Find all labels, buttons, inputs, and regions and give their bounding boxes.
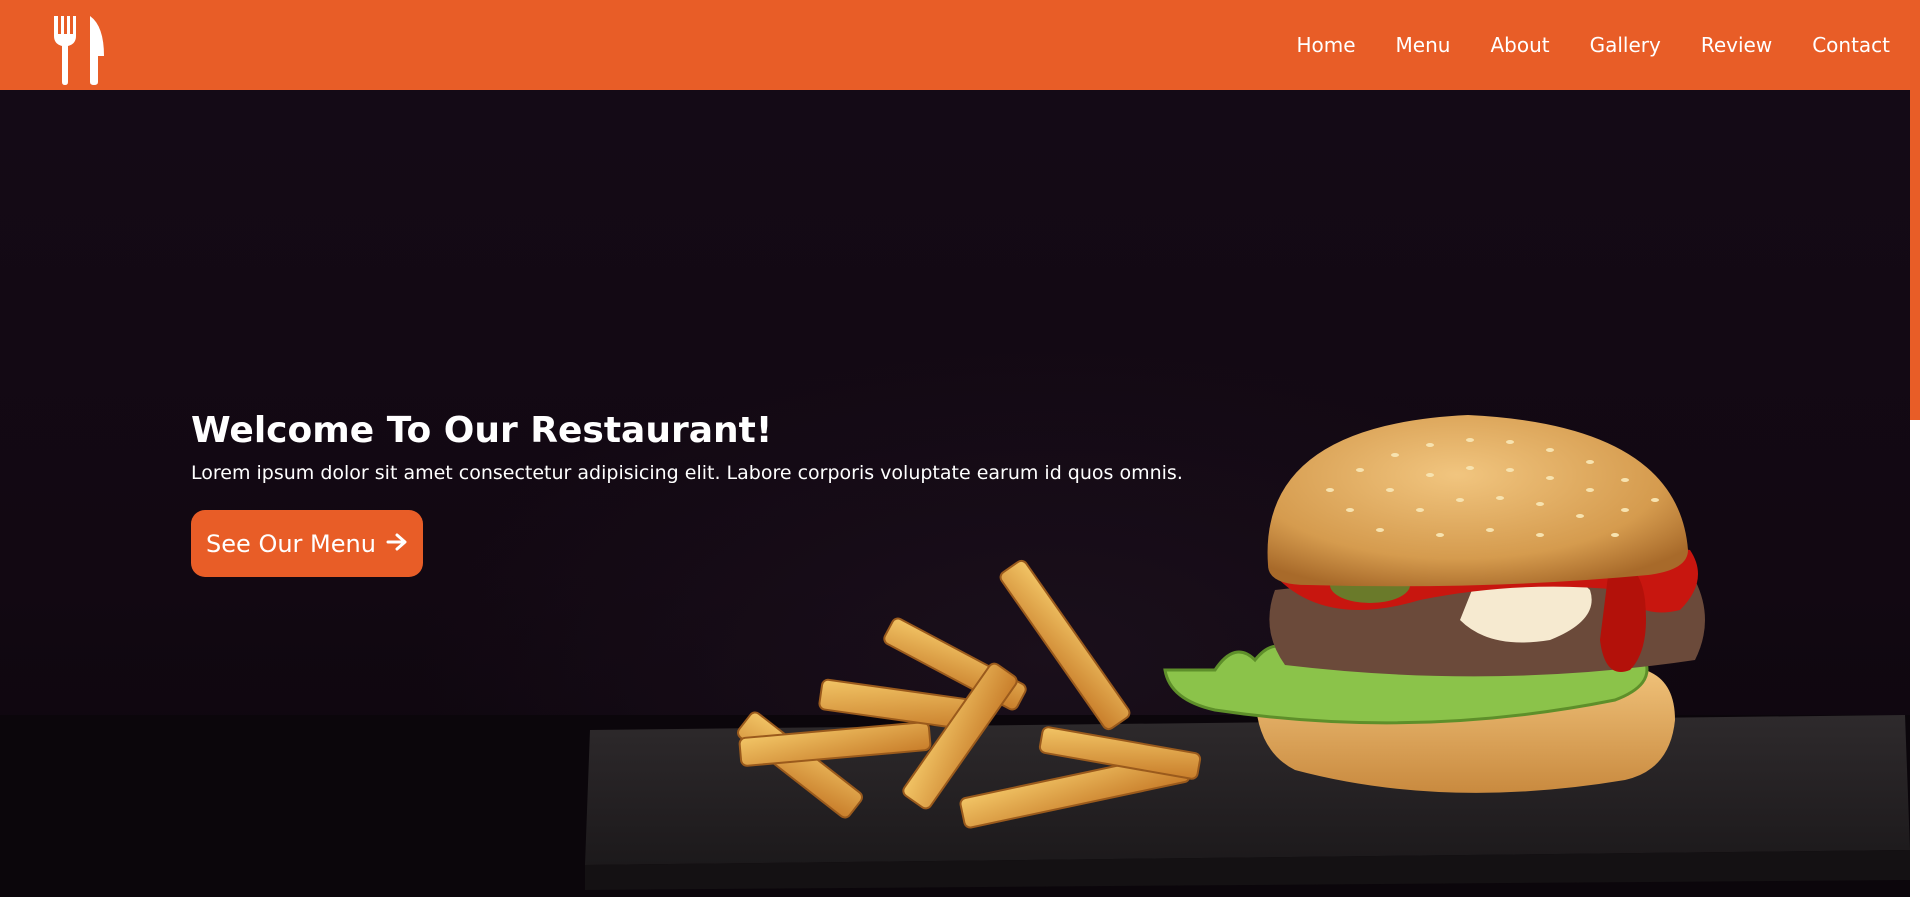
see-menu-button[interactable]: See Our Menu [191,510,423,577]
burger-and-fries-image [0,415,1910,897]
nav-menu[interactable]: Menu [1396,33,1451,57]
nav-home[interactable]: Home [1296,33,1355,57]
see-menu-label: See Our Menu [206,529,376,558]
scrollbar-thumb[interactable] [1910,90,1920,420]
nav-gallery[interactable]: Gallery [1590,33,1661,57]
arrow-right-icon [386,530,408,558]
nav-about[interactable]: About [1490,33,1549,57]
nav-review[interactable]: Review [1701,33,1772,57]
hero-description: Lorem ipsum dolor sit amet consectetur a… [191,462,1183,484]
nav-contact[interactable]: Contact [1812,33,1890,57]
main-nav: Home Menu About Gallery Review Contact [1256,0,1890,90]
hero-section: Welcome To Our Restaurant! Lorem ipsum d… [0,90,1910,897]
hero-title: Welcome To Our Restaurant! [191,410,773,451]
top-navigation-bar: Home Menu About Gallery Review Contact [0,0,1920,90]
fork-knife-icon[interactable] [50,14,112,86]
